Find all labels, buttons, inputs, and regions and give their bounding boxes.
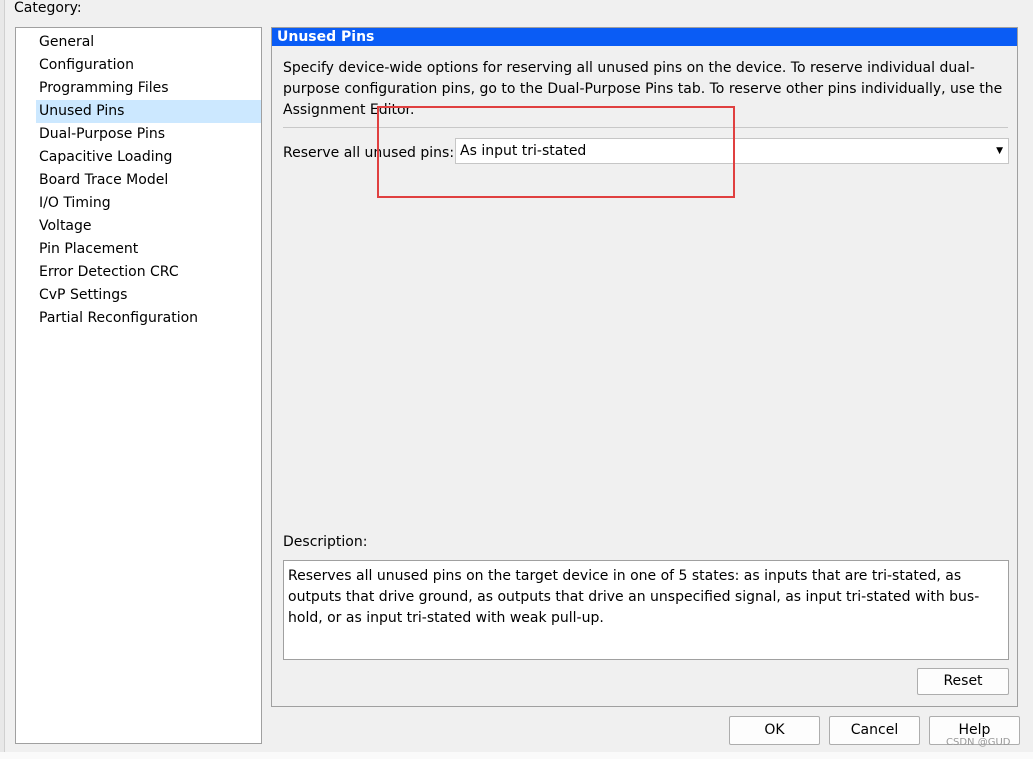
chevron-down-icon[interactable]: ▼	[996, 139, 1003, 163]
watermark: CSDN @GUD	[946, 737, 1011, 748]
highlight-annotation	[377, 106, 735, 198]
category-item[interactable]: Pin Placement	[16, 238, 261, 261]
category-item[interactable]: I/O Timing	[16, 192, 261, 215]
window-edge	[0, 0, 5, 759]
category-item[interactable]: General	[16, 31, 261, 54]
description-text: Reserves all unused pins on the target d…	[283, 560, 1009, 660]
panel-title: Unused Pins	[272, 28, 1017, 46]
category-item[interactable]: Capacitive Loading	[16, 146, 261, 169]
description-label: Description:	[283, 534, 368, 550]
category-label: Category:	[14, 0, 82, 16]
category-item[interactable]: Configuration	[16, 54, 261, 77]
category-item[interactable]: Unused Pins	[36, 100, 261, 123]
category-item[interactable]: Dual-Purpose Pins	[16, 123, 261, 146]
reset-button[interactable]: Reset	[917, 668, 1009, 695]
category-item[interactable]: Voltage	[16, 215, 261, 238]
category-item[interactable]: CvP Settings	[16, 284, 261, 307]
category-item[interactable]: Error Detection CRC	[16, 261, 261, 284]
settings-dialog: Category: General Configuration Programmin…	[0, 0, 1033, 759]
bottom-strip	[0, 752, 1033, 759]
cancel-button[interactable]: Cancel	[829, 716, 920, 745]
ok-button[interactable]: OK	[729, 716, 820, 745]
category-item[interactable]: Board Trace Model	[16, 169, 261, 192]
category-list[interactable]: General Configuration Programming Files Unu…	[15, 27, 262, 744]
category-item[interactable]: Programming Files	[16, 77, 261, 100]
category-item[interactable]: Partial Reconfiguration	[16, 307, 261, 330]
